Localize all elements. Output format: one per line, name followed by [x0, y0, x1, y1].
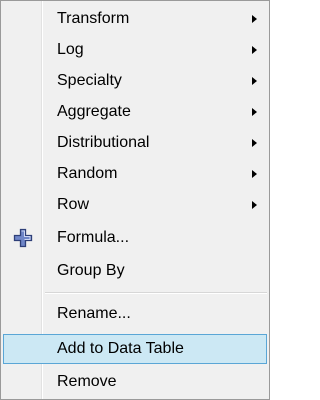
- menu-item-transform[interactable]: Transform: [3, 4, 267, 34]
- submenu-arrow-icon: [252, 170, 257, 178]
- submenu-arrow-icon: [252, 108, 257, 116]
- plus-icon: [13, 228, 33, 248]
- menu-item-random[interactable]: Random: [3, 159, 267, 189]
- menu-item-log[interactable]: Log: [3, 35, 267, 65]
- menu-item-label: Log: [57, 41, 84, 58]
- submenu-arrow-icon: [252, 139, 257, 147]
- menu-item-label: Add to Data Table: [57, 340, 184, 357]
- menu-item-label: Row: [57, 196, 90, 213]
- menu-item-group-by[interactable]: Group By: [3, 256, 267, 286]
- menu-item-rename[interactable]: Rename...: [3, 299, 267, 329]
- menu-item-label: Formula...: [57, 229, 130, 246]
- menu-item-add-to-data-table[interactable]: Add to Data Table: [3, 334, 267, 364]
- submenu-arrow-icon: [252, 201, 257, 209]
- submenu-arrow-icon: [252, 46, 257, 54]
- menu-item-label: Remove: [57, 373, 117, 390]
- context-menu: Transform Log Specialty Aggregate Distri…: [0, 0, 270, 400]
- menu-item-row[interactable]: Row: [3, 190, 267, 220]
- menu-item-remove[interactable]: Remove: [3, 367, 267, 397]
- menu-item-formula[interactable]: Formula...: [3, 223, 267, 253]
- menu-item-label: Specialty: [57, 72, 122, 89]
- submenu-arrow-icon: [252, 77, 257, 85]
- menu-separator: [45, 292, 267, 294]
- menu-item-distributional[interactable]: Distributional: [3, 128, 267, 158]
- menu-item-label: Group By: [57, 262, 125, 279]
- menu-item-label: Aggregate: [57, 103, 131, 120]
- menu-item-specialty[interactable]: Specialty: [3, 66, 267, 96]
- menu-item-label: Random: [57, 165, 118, 182]
- menu-item-label: Distributional: [57, 134, 150, 151]
- menu-item-aggregate[interactable]: Aggregate: [3, 97, 267, 127]
- menu-item-label: Rename...: [57, 305, 131, 322]
- menu-item-label: Transform: [57, 10, 130, 27]
- submenu-arrow-icon: [252, 15, 257, 23]
